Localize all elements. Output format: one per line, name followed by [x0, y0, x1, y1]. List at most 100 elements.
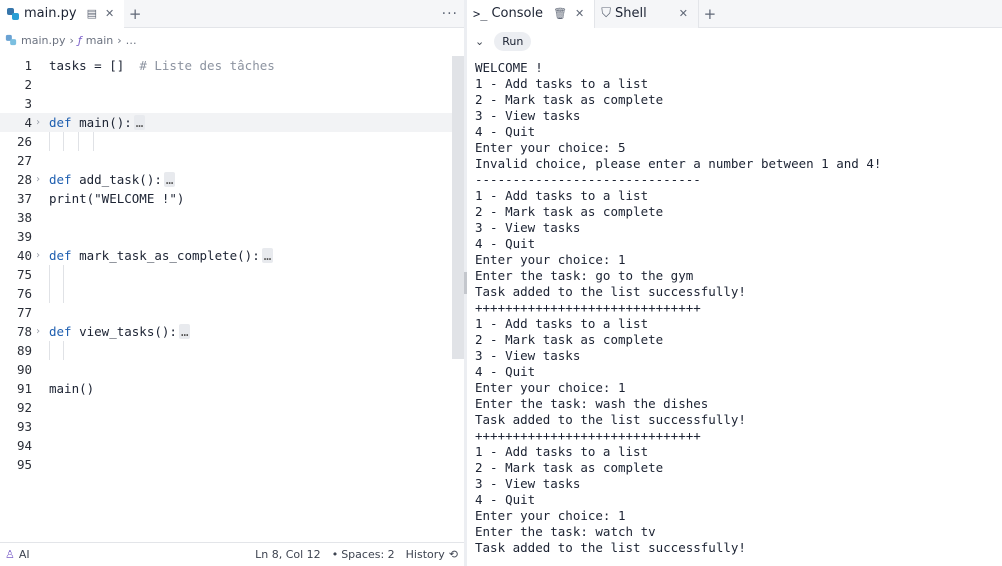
- console-line: Enter the task: go to the gym: [475, 268, 694, 283]
- console-line: Task added to the list successfully!: [475, 284, 746, 299]
- console-line: 2 - Mark task as complete: [475, 332, 664, 347]
- code-line[interactable]: 2: [0, 75, 452, 94]
- code-token: mark_task_as_complete():: [71, 248, 260, 263]
- terminal-icon: >_: [473, 6, 488, 21]
- code-line[interactable]: 3: [0, 94, 452, 113]
- console-line: Enter the task: watch tv: [475, 524, 656, 539]
- code-line[interactable]: 27: [0, 151, 452, 170]
- shell-icon: ⛉: [601, 6, 612, 21]
- spaces-bullet: •: [331, 548, 339, 561]
- more-options-icon[interactable]: ···: [442, 6, 458, 22]
- console-line: 2 - Mark task as complete: [475, 92, 664, 107]
- folded-region-ellipsis[interactable]: …: [133, 115, 146, 130]
- code-line[interactable]: 39: [0, 227, 452, 246]
- code-line[interactable]: 37 print("WELCOME !"): [0, 189, 452, 208]
- ai-icon[interactable]: ♙: [5, 548, 15, 561]
- close-tab-icon[interactable]: ✕: [105, 7, 114, 20]
- code-token: main():: [71, 115, 132, 130]
- close-tab-icon[interactable]: ✕: [575, 7, 584, 20]
- console-line: 2 - Mark task as complete: [475, 460, 664, 475]
- indent-guide: [63, 284, 64, 303]
- tab-shell[interactable]: ⛉ Shell ✕: [595, 0, 699, 28]
- cursor-position[interactable]: Ln 8, Col 12: [255, 548, 321, 561]
- code-line[interactable]: 92: [0, 398, 452, 417]
- console-line: ++++++++++++++++++++++++++++++: [475, 300, 701, 315]
- code-line[interactable]: 91 main(): [0, 379, 452, 398]
- code-line[interactable]: 94: [0, 436, 452, 455]
- chevron-right-icon: ›: [69, 33, 74, 47]
- line-number: 76: [16, 286, 32, 301]
- console-line: Enter the task: wash the dishes: [475, 396, 709, 411]
- folded-region-ellipsis[interactable]: …: [178, 324, 191, 339]
- line-number: 4: [24, 115, 32, 130]
- console-line: 4 - Quit: [475, 124, 536, 139]
- console-line: ++++++++++++++++++++++++++++++: [475, 428, 701, 443]
- breadcrumb: main.py › ƒ main › …: [0, 28, 464, 52]
- comment-token: # Liste des tâches: [139, 58, 275, 73]
- line-number: 90: [16, 362, 32, 377]
- indent-guide: [49, 265, 50, 284]
- code-line[interactable]: 40 › def mark_task_as_complete():…: [0, 246, 452, 265]
- console-line: 4 - Quit: [475, 364, 536, 379]
- ai-label[interactable]: AI: [19, 548, 30, 561]
- breadcrumb-file[interactable]: main.py: [21, 34, 65, 47]
- code-line[interactable]: 4 › def main():…: [0, 113, 452, 132]
- indent-guide: [63, 341, 64, 360]
- console-tabbar: >_ Console 🗑︎ ✕ ⛉ Shell ✕ +: [467, 0, 1002, 28]
- code-line[interactable]: 1 tasks = [] # Liste des tâches: [0, 56, 452, 75]
- chevron-down-icon[interactable]: ⌄: [475, 35, 484, 48]
- code-line[interactable]: 76: [0, 284, 452, 303]
- code-token: main(): [49, 381, 95, 396]
- fold-chevron-icon[interactable]: ›: [35, 170, 41, 189]
- console-line: 4 - Quit: [475, 492, 536, 507]
- fold-chevron-icon[interactable]: ›: [35, 113, 41, 132]
- code-line[interactable]: 93: [0, 417, 452, 436]
- history-label[interactable]: History: [406, 548, 445, 561]
- function-icon: ƒ: [77, 33, 82, 47]
- preview-icon[interactable]: ▤: [87, 7, 97, 20]
- code-editor[interactable]: 1 tasks = [] # Liste des tâches 2 3 4 › def ma…: [0, 56, 452, 540]
- folded-region-ellipsis[interactable]: …: [261, 248, 274, 263]
- code-line[interactable]: 26: [0, 132, 452, 151]
- line-number: 3: [24, 96, 32, 111]
- code-line[interactable]: 75: [0, 265, 452, 284]
- breadcrumb-more[interactable]: …: [126, 34, 137, 47]
- folded-region-ellipsis[interactable]: …: [163, 172, 176, 187]
- code-line[interactable]: 90: [0, 360, 452, 379]
- code-line[interactable]: 78 › def view_tasks():…: [0, 322, 452, 341]
- add-tab-button[interactable]: +: [699, 5, 721, 23]
- console-line: WELCOME !: [475, 60, 543, 75]
- run-button[interactable]: Run: [494, 31, 532, 51]
- line-number: 38: [16, 210, 32, 225]
- console-line: Enter your choice: 1: [475, 380, 626, 395]
- code-line[interactable]: 77: [0, 303, 452, 322]
- code-line[interactable]: 38: [0, 208, 452, 227]
- console-line: 4 - Quit: [475, 236, 536, 251]
- code-line[interactable]: 28 › def add_task():…: [0, 170, 452, 189]
- clear-console-icon[interactable]: 🗑︎: [553, 7, 567, 20]
- editor-pane: main.py ▤ ✕ + ··· main.py › ƒ main › … 1…: [0, 0, 464, 566]
- history-icon[interactable]: ⟲: [449, 548, 458, 561]
- fold-chevron-icon[interactable]: ›: [35, 246, 41, 265]
- line-number: 37: [16, 191, 32, 206]
- breadcrumb-symbol[interactable]: main: [86, 34, 113, 47]
- console-line: ------------------------------: [475, 172, 701, 187]
- code-text: main(): [49, 379, 94, 398]
- code-line[interactable]: 95: [0, 455, 452, 474]
- fold-chevron-icon[interactable]: ›: [35, 322, 41, 341]
- console-line: Enter your choice: 1: [475, 508, 626, 523]
- line-number: 40: [16, 248, 32, 263]
- console-line: 1 - Add tasks to a list: [475, 444, 649, 459]
- indent-spaces[interactable]: Spaces: 2: [341, 548, 394, 561]
- tab-label: main.py: [24, 6, 77, 21]
- indent-guide: [93, 132, 94, 151]
- code-line[interactable]: 89: [0, 341, 452, 360]
- keyword-token: def: [49, 172, 72, 187]
- keyword-token: def: [49, 324, 72, 339]
- editor-scrollbar[interactable]: [452, 56, 464, 359]
- tab-console[interactable]: >_ Console 🗑︎ ✕: [467, 0, 596, 28]
- tab-main-py[interactable]: main.py ▤ ✕: [0, 0, 125, 28]
- close-tab-icon[interactable]: ✕: [679, 7, 688, 20]
- add-tab-button[interactable]: +: [124, 5, 146, 23]
- console-output[interactable]: WELCOME ! 1 - Add tasks to a list 2 - Mark…: [475, 60, 881, 556]
